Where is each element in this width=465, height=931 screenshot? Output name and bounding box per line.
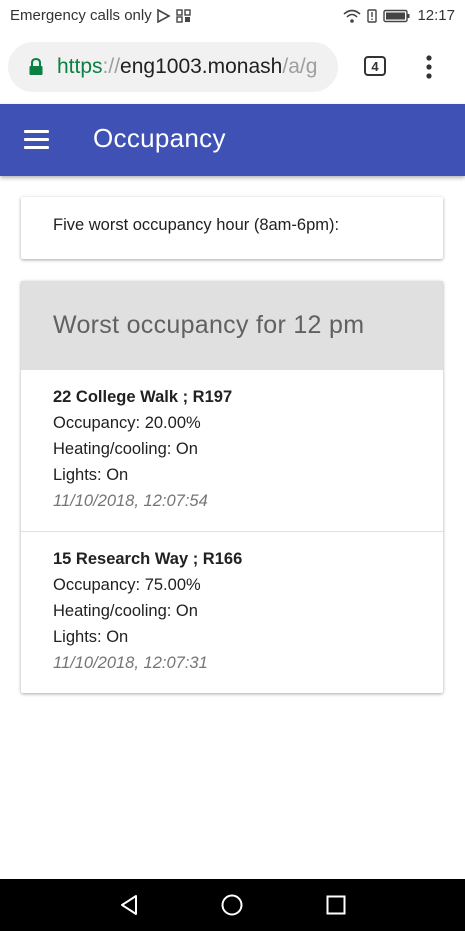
- status-right: 12:17: [343, 7, 455, 24]
- url-path: /a/g: [282, 55, 318, 78]
- battery-icon: [383, 9, 410, 22]
- carrier-text: Emergency calls only: [10, 7, 152, 24]
- home-icon[interactable]: [220, 893, 244, 917]
- list-item[interactable]: 15 Research Way ; R166 Occupancy: 75.00%…: [21, 532, 443, 693]
- lights-status: Lights: On: [53, 628, 129, 646]
- intro-text: Five worst occupancy hour (8am-6pm):: [53, 216, 340, 234]
- card-header-title: Worst occupancy for 12 pm: [53, 311, 365, 339]
- qr-icon: [176, 8, 191, 23]
- status-bar: Emergency calls only 12:17: [0, 0, 465, 32]
- room-title: 15 Research Way ; R166: [53, 550, 243, 568]
- lock-icon[interactable]: [28, 58, 44, 76]
- url-separator: ://: [102, 55, 121, 78]
- page-title: Occupancy: [93, 123, 226, 153]
- room-title: 22 College Walk ; R197: [53, 388, 233, 406]
- occupancy-value: Occupancy: 75.00%: [53, 576, 201, 594]
- occupancy-value: Occupancy: 20.00%: [53, 414, 201, 432]
- lights-status: Lights: On: [53, 466, 129, 484]
- browser-toolbar: https://eng1003.monash/a/g 4: [0, 32, 465, 104]
- status-left: Emergency calls only: [10, 7, 192, 24]
- url-text[interactable]: https://eng1003.monash/a/g: [57, 55, 317, 79]
- url-scheme: https: [57, 55, 103, 78]
- more-vert-icon[interactable]: [420, 54, 438, 80]
- tab-switcher-icon[interactable]: 4: [364, 56, 386, 76]
- recents-icon[interactable]: [324, 893, 348, 917]
- wifi-icon: [343, 9, 361, 23]
- status-time: 12:17: [417, 7, 455, 24]
- alert-icon: [367, 8, 378, 23]
- system-nav-bar: [0, 879, 465, 931]
- card-header: Worst occupancy for 12 pm: [21, 281, 443, 370]
- url-host: eng1003.monash: [120, 55, 283, 78]
- list-item[interactable]: 22 College Walk ; R197 Occupancy: 20.00%…: [21, 370, 443, 532]
- tab-count: 4: [371, 58, 379, 74]
- url-bar[interactable]: https://eng1003.monash/a/g: [8, 42, 338, 92]
- worst-occupancy-card: Worst occupancy for 12 pm 22 College Wal…: [21, 281, 443, 693]
- app-bar: Occupancy: [0, 104, 465, 176]
- intro-card: Five worst occupancy hour (8am-6pm):: [21, 197, 443, 259]
- hvac-status: Heating/cooling: On: [53, 440, 198, 458]
- hvac-status: Heating/cooling: On: [53, 602, 198, 620]
- timestamp: 11/10/2018, 12:07:54: [53, 492, 208, 510]
- menu-icon[interactable]: [24, 130, 49, 150]
- timestamp: 11/10/2018, 12:07:31: [53, 654, 208, 672]
- play-store-icon: [156, 8, 171, 23]
- back-icon[interactable]: [117, 893, 141, 917]
